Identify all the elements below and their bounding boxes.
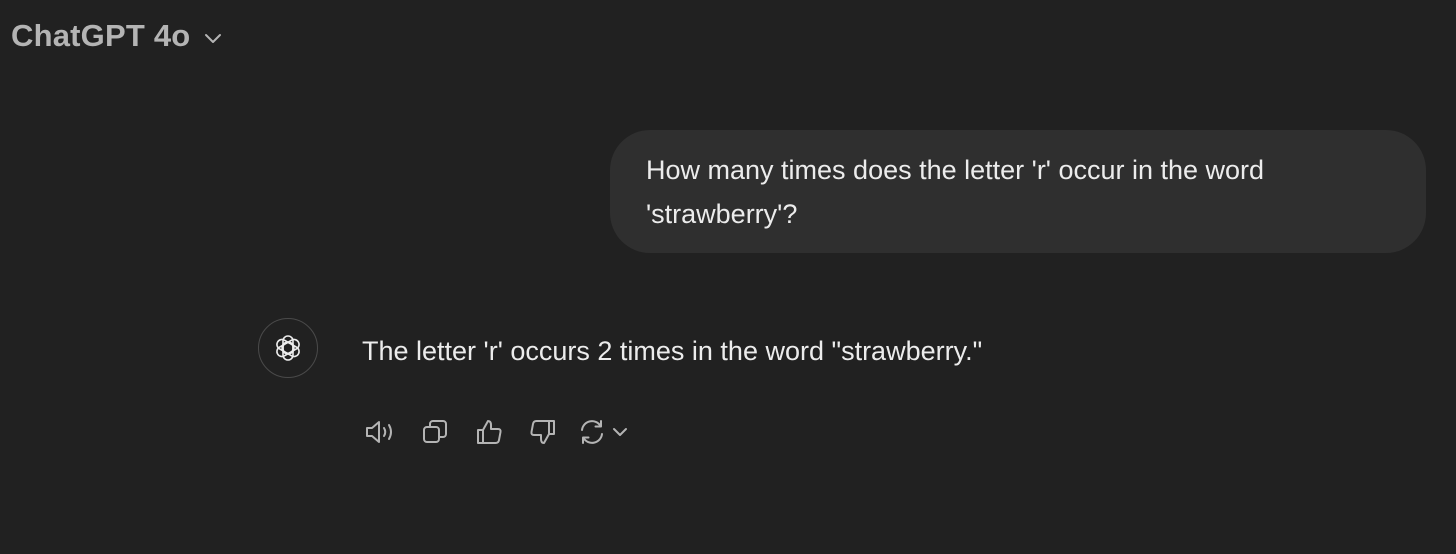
message-action-bar [362,413,630,451]
thumbs-down-icon [528,417,558,447]
chevron-down-icon [610,422,630,442]
bad-response-button[interactable] [524,413,562,451]
user-message-bubble: How many times does the letter 'r' occur… [610,130,1426,253]
model-name: ChatGPT 4o [11,18,191,53]
user-message-text: How many times does the letter 'r' occur… [646,155,1265,229]
speaker-icon [364,417,398,447]
assistant-avatar [258,318,318,378]
regenerate-button[interactable] [576,413,630,451]
thumbs-up-icon [474,417,504,447]
copy-button[interactable] [416,413,454,451]
refresh-icon [576,413,608,451]
assistant-message-text: The letter 'r' occurs 2 times in the wor… [362,336,983,366]
read-aloud-button[interactable] [362,413,400,451]
copy-icon [420,417,450,447]
model-switcher[interactable]: ChatGPT 4o [11,14,224,58]
chevron-down-icon [202,27,224,49]
openai-logo-icon [270,330,306,366]
good-response-button[interactable] [470,413,508,451]
